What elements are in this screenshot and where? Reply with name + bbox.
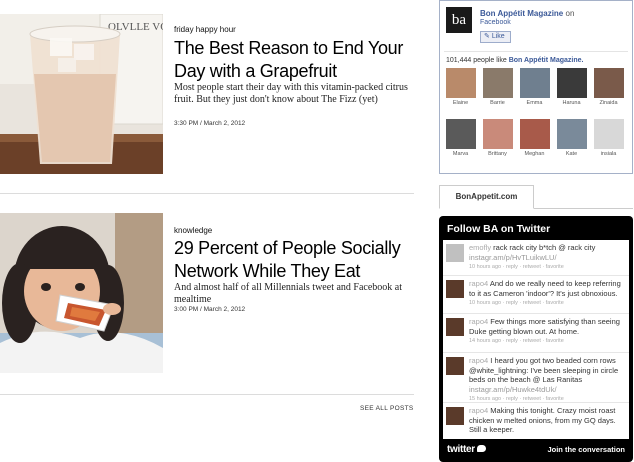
post-dek: And almost half of all Millennials tweet… — [174, 282, 402, 305]
tweet-text: I heard you got two beaded corn rows @wh… — [469, 356, 619, 384]
twitter-logo-text: twitter — [447, 444, 475, 455]
fan-avatar — [593, 68, 624, 98]
facebook-fan[interactable]: Emma — [518, 68, 551, 106]
tweet-meta[interactable]: 10 hours ago · reply · retweet · favorit… — [469, 299, 627, 309]
like-count-page[interactable]: Bon Appétit Magazine. — [509, 57, 584, 64]
thumbs-up-icon: ✎ — [484, 33, 490, 40]
tweet-username[interactable]: rapo4 — [469, 356, 488, 365]
post-divider — [0, 193, 414, 194]
tweet[interactable]: rapo4 And do we really need to keep refe… — [443, 276, 629, 314]
facebook-fan[interactable]: Brittany — [481, 119, 514, 157]
facebook-like-box: ba Bon Appétit Magazine on Facebook ✎ Li… — [439, 0, 633, 174]
tweet-avatar[interactable] — [446, 357, 464, 375]
tweet-avatar[interactable] — [446, 244, 464, 262]
tweet[interactable]: emofly rack rack city b*tch @ rack city … — [443, 240, 629, 276]
fan-name: Meghan — [524, 151, 545, 157]
twitter-widget-title: Follow BA on Twitter — [447, 223, 551, 235]
tweet-body: rapo4 Making this tonight. Crazy moist r… — [469, 406, 627, 435]
grapefruit-cocktail-image: OLVLLE VODK — [0, 14, 163, 174]
facebook-like-button[interactable]: ✎ Like — [480, 31, 511, 43]
tweet-avatar[interactable] — [446, 280, 464, 298]
facebook-fan[interactable]: insiala — [592, 119, 625, 157]
facebook-like-count: 101,444 people like Bon Appétit Magazine… — [446, 57, 583, 64]
tweet[interactable]: rapo4 I heard you got two beaded corn ro… — [443, 353, 629, 403]
fan-name: Elaine — [452, 100, 469, 106]
facebook-fan[interactable]: Haruna — [555, 68, 588, 106]
like-label: Like — [491, 33, 505, 40]
bon-appetit-logo[interactable]: ba — [446, 7, 472, 33]
tweet-body: rapo4 Few things more satisfying than se… — [469, 317, 627, 347]
like-count-suffix: people like — [473, 57, 507, 64]
post-kicker[interactable]: friday happy hour — [174, 25, 236, 34]
post-headline[interactable]: The Best Reason to End Your Day with a G… — [174, 37, 410, 83]
tweet-text: Making this tonight. Crazy moist roast c… — [469, 406, 616, 434]
fan-avatar — [482, 119, 513, 149]
fan-avatar — [593, 119, 624, 149]
fan-name: Barrie — [490, 100, 505, 106]
twitter-bird-icon — [476, 445, 486, 452]
tweet-username[interactable]: rapo4 — [469, 317, 488, 326]
tweet-username[interactable]: rapo4 — [469, 279, 488, 288]
post-thumbnail-girl-eating[interactable] — [0, 213, 163, 373]
tab-bonappetit[interactable]: BonAppetit.com — [439, 185, 534, 209]
tweet[interactable]: rapo4 Making this tonight. Crazy moist r… — [443, 403, 629, 439]
fan-name: Brittany — [488, 151, 507, 157]
fan-name: Haruna — [562, 100, 581, 106]
tweet-text: And do we really need to keep referring … — [469, 279, 621, 298]
fan-name: Emma — [526, 100, 543, 106]
post-timestamp: 3:30 PM / March 2, 2012 — [174, 120, 246, 127]
facebook-fan[interactable]: Elaine — [444, 68, 477, 106]
tweet-body: rapo4 I heard you got two beaded corn ro… — [469, 356, 627, 405]
tweet-avatar[interactable] — [446, 318, 464, 336]
tweet-link[interactable]: instagr.am/p/HvTLuikwLU/ — [469, 253, 557, 262]
fan-name: Marva — [452, 151, 469, 157]
facebook-link[interactable]: Facebook — [480, 19, 511, 26]
facebook-on-text: on — [565, 9, 575, 18]
fan-avatar — [482, 68, 513, 98]
fan-name: Zinaida — [599, 100, 618, 106]
fan-avatar — [519, 119, 550, 149]
facebook-page-name-text[interactable]: Bon Appétit Magazine — [480, 9, 563, 18]
facebook-fan[interactable]: Kate — [555, 119, 588, 157]
twitter-logo[interactable]: twitter — [447, 444, 486, 455]
tweet-text: rack rack city b*tch @ rack city — [491, 243, 596, 252]
facebook-fan[interactable]: Barrie — [481, 68, 514, 106]
fan-avatar — [445, 119, 476, 149]
see-all-posts-link[interactable]: SEE ALL POSTS — [360, 405, 414, 412]
post-thumbnail-grapefruit[interactable]: OLVLLE VODK — [0, 14, 163, 174]
facebook-page-name[interactable]: Bon Appétit Magazine on — [480, 9, 574, 18]
facebook-fan[interactable]: Zinaida — [592, 68, 625, 106]
tweet-link[interactable]: instagr.am/p/Huwke4tdUk/ — [469, 385, 557, 394]
tweet-meta[interactable]: 10 hours ago · reply · retweet · favorit… — [469, 263, 627, 273]
tweet-body: rapo4 And do we really need to keep refe… — [469, 279, 627, 309]
tweet-username[interactable]: emofly — [469, 243, 491, 252]
tweet-avatar[interactable] — [446, 407, 464, 425]
post-dek: Most people start their day with this vi… — [174, 82, 408, 105]
post-kicker[interactable]: knowledge — [174, 226, 212, 235]
fan-avatar — [556, 68, 587, 98]
tweet-list[interactable]: emofly rack rack city b*tch @ rack city … — [443, 240, 629, 439]
post-divider — [0, 394, 414, 395]
tweet-text: Few things more satisfying than seeing D… — [469, 317, 620, 336]
facebook-fan[interactable]: Meghan — [518, 119, 551, 157]
post-headline[interactable]: 29 Percent of People Socially Network Wh… — [174, 237, 410, 283]
join-conversation-link[interactable]: Join the conversation — [547, 445, 625, 454]
fan-avatar — [556, 119, 587, 149]
post-timestamp: 3:00 PM / March 2, 2012 — [174, 306, 246, 313]
tweet-body: emofly rack rack city b*tch @ rack city … — [469, 243, 627, 273]
divider — [444, 51, 628, 52]
like-count-number: 101,444 — [446, 57, 472, 64]
tweet-username[interactable]: rapo4 — [469, 406, 488, 415]
girl-eating-image — [0, 213, 163, 373]
tweet-meta[interactable]: 14 hours ago · reply · retweet · favorit… — [469, 337, 627, 347]
tweet[interactable]: rapo4 Few things more satisfying than se… — [443, 314, 629, 353]
twitter-widget: Follow BA on Twitter emofly rack rack ci… — [439, 216, 633, 462]
fan-avatar — [445, 68, 476, 98]
fan-name: insiala — [600, 151, 617, 157]
facebook-fan[interactable]: Marva — [444, 119, 477, 157]
fan-name: Kate — [565, 151, 578, 157]
fan-avatar — [519, 68, 550, 98]
